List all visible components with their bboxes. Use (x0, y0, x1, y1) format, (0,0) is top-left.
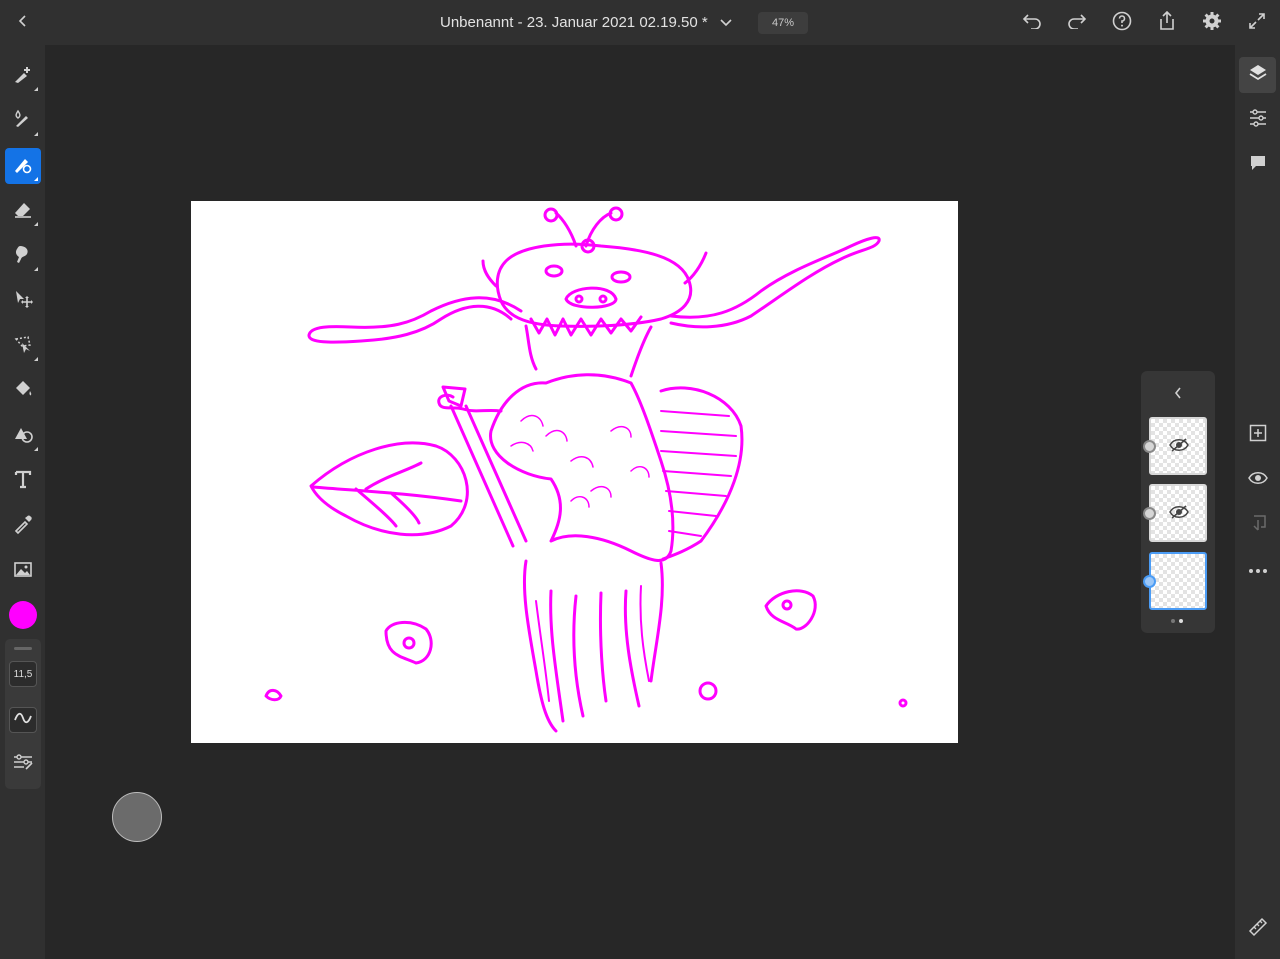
layer-thumbnail-2[interactable] (1143, 484, 1207, 542)
live-brush-icon (12, 108, 34, 135)
right-toolbar (1235, 45, 1280, 959)
live-brush-tool[interactable] (5, 103, 41, 139)
smudge-icon (12, 243, 34, 270)
redo-icon (1067, 13, 1087, 34)
layer-select-dot[interactable] (1143, 440, 1156, 453)
text-icon (12, 468, 34, 495)
fill-tool[interactable] (5, 373, 41, 409)
layers-icon (1248, 63, 1268, 88)
layer-select-dot[interactable] (1143, 575, 1156, 588)
zoom-level[interactable]: 47% (758, 12, 808, 34)
add-layer-button[interactable] (1239, 417, 1276, 453)
fullscreen-button[interactable] (1242, 8, 1272, 38)
comment-bubble-icon (1249, 154, 1267, 177)
eye-icon (1247, 471, 1268, 490)
brush-size-field[interactable]: 11,5 (9, 661, 37, 687)
page-dot[interactable] (1171, 619, 1175, 623)
toggle-visibility-button[interactable] (1239, 462, 1276, 498)
hidden-eye-icon (1169, 437, 1189, 458)
settings-gear-icon (1202, 11, 1222, 36)
help-icon (1112, 11, 1132, 36)
document-title-button[interactable]: Unbenannt - 23. Januar 2021 02.19.50 * (440, 14, 750, 31)
smoothing-wave-icon (13, 711, 33, 729)
ruler-icon (1248, 917, 1268, 942)
layer-pages-indicator (1171, 619, 1183, 623)
collapse-layers-button[interactable] (1168, 385, 1188, 405)
merge-down-icon (1249, 514, 1267, 537)
shapes-tool[interactable] (5, 418, 41, 454)
transform-tool[interactable] (5, 283, 41, 319)
back-chevron-icon (16, 14, 30, 33)
add-layer-icon (1249, 424, 1267, 447)
text-tool[interactable] (5, 463, 41, 499)
eraser-tool[interactable] (5, 193, 41, 229)
help-button[interactable] (1107, 8, 1137, 38)
layers-button[interactable] (1239, 57, 1276, 93)
fullscreen-icon (1248, 12, 1266, 35)
merge-down-button[interactable] (1239, 507, 1276, 543)
undo-button[interactable] (1017, 8, 1047, 38)
eraser-icon (12, 198, 34, 225)
brush-settings-group: 11,5 (5, 639, 41, 789)
selection-tool[interactable] (5, 328, 41, 364)
eyedropper-icon (12, 513, 34, 540)
layer-select-dot[interactable] (1143, 507, 1156, 520)
brush-settings-sliders-icon (12, 753, 34, 776)
pixel-brush-icon (12, 63, 34, 90)
brush-settings-button[interactable] (9, 751, 37, 777)
eyedropper-tool[interactable] (5, 508, 41, 544)
transform-move-icon (12, 288, 34, 315)
top-bar: Unbenannt - 23. Januar 2021 02.19.50 * 4… (0, 0, 1280, 45)
brush-settings-handle[interactable] (14, 647, 32, 650)
chevron-left-icon (1173, 386, 1183, 405)
pixel-brush-tool[interactable] (5, 58, 41, 94)
layers-panel (1141, 371, 1215, 633)
more-options-button[interactable] (1239, 552, 1276, 588)
page-dot-current[interactable] (1179, 619, 1183, 623)
current-color-swatch[interactable] (9, 601, 37, 629)
brush-smoothing-button[interactable] (9, 707, 37, 733)
vector-brush-icon (12, 153, 34, 180)
share-button[interactable] (1152, 8, 1182, 38)
layer-thumbnail-3[interactable] (1143, 552, 1207, 610)
settings-button[interactable] (1197, 8, 1227, 38)
document-title: Unbenannt - 23. Januar 2021 02.19.50 * (440, 14, 708, 31)
more-dots-icon (1248, 561, 1268, 579)
paint-bucket-icon (12, 378, 34, 405)
undo-icon (1022, 13, 1042, 34)
ruler-button[interactable] (1239, 911, 1276, 947)
vector-brush-tool[interactable] (5, 148, 41, 184)
drawing-canvas[interactable] (191, 201, 958, 743)
share-icon (1158, 10, 1176, 36)
layer-properties-icon (1248, 108, 1268, 132)
redo-button[interactable] (1062, 8, 1092, 38)
shapes-icon (12, 423, 34, 450)
image-tool[interactable] (5, 553, 41, 589)
left-toolbar: 11,5 (0, 45, 45, 959)
back-button[interactable] (8, 8, 38, 38)
touch-modifier-button[interactable] (112, 792, 162, 842)
title-dropdown-icon (720, 14, 732, 31)
comments-button[interactable] (1239, 147, 1276, 183)
image-icon (12, 558, 34, 585)
lasso-selection-icon (12, 333, 34, 360)
hidden-eye-icon (1169, 504, 1189, 525)
layer-properties-button[interactable] (1239, 102, 1276, 138)
drawing-artwork (264, 206, 908, 733)
smudge-tool[interactable] (5, 238, 41, 274)
layer-thumbnail-1[interactable] (1143, 417, 1207, 475)
